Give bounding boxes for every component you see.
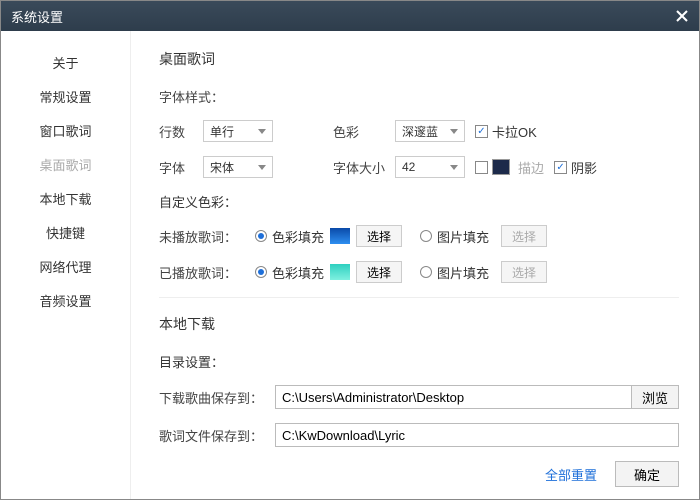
sidebar-item-proxy[interactable]: 网络代理 xyxy=(1,251,130,285)
browse-song-button[interactable]: 浏览 xyxy=(632,385,679,409)
sidebar-item-general[interactable]: 常规设置 xyxy=(1,81,130,115)
sidebar-item-about[interactable]: 关于 xyxy=(1,47,130,81)
sidebar: 关于 常规设置 窗口歌词 桌面歌词 本地下载 快捷键 网络代理 音频设置 xyxy=(1,31,131,499)
radio-icon xyxy=(420,266,432,278)
custom-color-label: 自定义色彩： xyxy=(159,192,237,211)
chevron-down-icon xyxy=(258,129,266,134)
song-path-label: 下载歌曲保存到： xyxy=(159,388,269,407)
played-colorfill-radio[interactable]: 色彩填充 xyxy=(255,263,324,282)
radio-icon xyxy=(255,266,267,278)
font-size-select[interactable]: 42 xyxy=(395,156,465,178)
sidebar-item-window-lyrics[interactable]: 窗口歌词 xyxy=(1,115,130,149)
font-style-label: 字体样式： xyxy=(159,87,224,106)
dir-label: 目录设置： xyxy=(159,352,224,371)
checkbox-icon: ✓ xyxy=(554,161,567,174)
rows-label: 行数 xyxy=(159,122,197,141)
played-color-swatch[interactable] xyxy=(330,264,350,280)
played-label: 已播放歌词： xyxy=(159,263,249,282)
sidebar-item-download[interactable]: 本地下载 xyxy=(1,183,130,217)
section-desktop-lyrics-title: 桌面歌词 xyxy=(159,49,679,69)
unplayed-color-select-button[interactable]: 选择 xyxy=(356,225,402,247)
radio-icon xyxy=(255,230,267,242)
titlebar: 系统设置 xyxy=(1,1,699,31)
unplayed-imagefill-radio[interactable]: 图片填充 xyxy=(420,227,489,246)
rows-select[interactable]: 单行 xyxy=(203,120,273,142)
color-select[interactable]: 深邃蓝 xyxy=(395,120,465,142)
color-label: 色彩 xyxy=(333,122,389,141)
main-panel: 桌面歌词 字体样式： 行数 单行 色彩 深邃蓝 ✓ 卡拉OK 字体 宋体 字体大… xyxy=(131,31,699,499)
sidebar-item-audio[interactable]: 音频设置 xyxy=(1,285,130,319)
font-select[interactable]: 宋体 xyxy=(203,156,273,178)
unplayed-colorfill-radio[interactable]: 色彩填充 xyxy=(255,227,324,246)
unplayed-color-swatch[interactable] xyxy=(330,228,350,244)
sidebar-item-shortcut[interactable]: 快捷键 xyxy=(1,217,130,251)
played-imagefill-radio[interactable]: 图片填充 xyxy=(420,263,489,282)
section-download-title: 本地下载 xyxy=(159,314,679,334)
unplayed-label: 未播放歌词： xyxy=(159,227,249,246)
sidebar-item-desktop-lyrics[interactable]: 桌面歌词 xyxy=(1,149,130,183)
checkbox-icon xyxy=(475,161,488,174)
stroke-color-swatch[interactable] xyxy=(492,159,510,175)
window-title: 系统设置 xyxy=(11,7,63,26)
lyric-path-input[interactable] xyxy=(275,423,679,447)
radio-icon xyxy=(420,230,432,242)
karaoke-checkbox[interactable]: ✓ 卡拉OK xyxy=(475,122,537,141)
font-size-label: 字体大小 xyxy=(333,158,389,177)
chevron-down-icon xyxy=(450,165,458,170)
song-path-input[interactable] xyxy=(275,385,632,409)
font-label: 字体 xyxy=(159,158,197,177)
lyric-path-label: 歌词文件保存到： xyxy=(159,426,269,445)
chevron-down-icon xyxy=(258,165,266,170)
reset-all-link[interactable]: 全部重置 xyxy=(545,465,597,484)
stroke-checkbox[interactable]: 描边 xyxy=(475,158,544,177)
unplayed-image-select-button[interactable]: 选择 xyxy=(501,225,547,247)
played-color-select-button[interactable]: 选择 xyxy=(356,261,402,283)
played-image-select-button[interactable]: 选择 xyxy=(501,261,547,283)
shadow-checkbox[interactable]: ✓ 阴影 xyxy=(554,158,597,177)
ok-button[interactable]: 确定 xyxy=(615,461,679,487)
checkbox-icon: ✓ xyxy=(475,125,488,138)
close-icon[interactable] xyxy=(675,9,689,23)
chevron-down-icon xyxy=(450,129,458,134)
